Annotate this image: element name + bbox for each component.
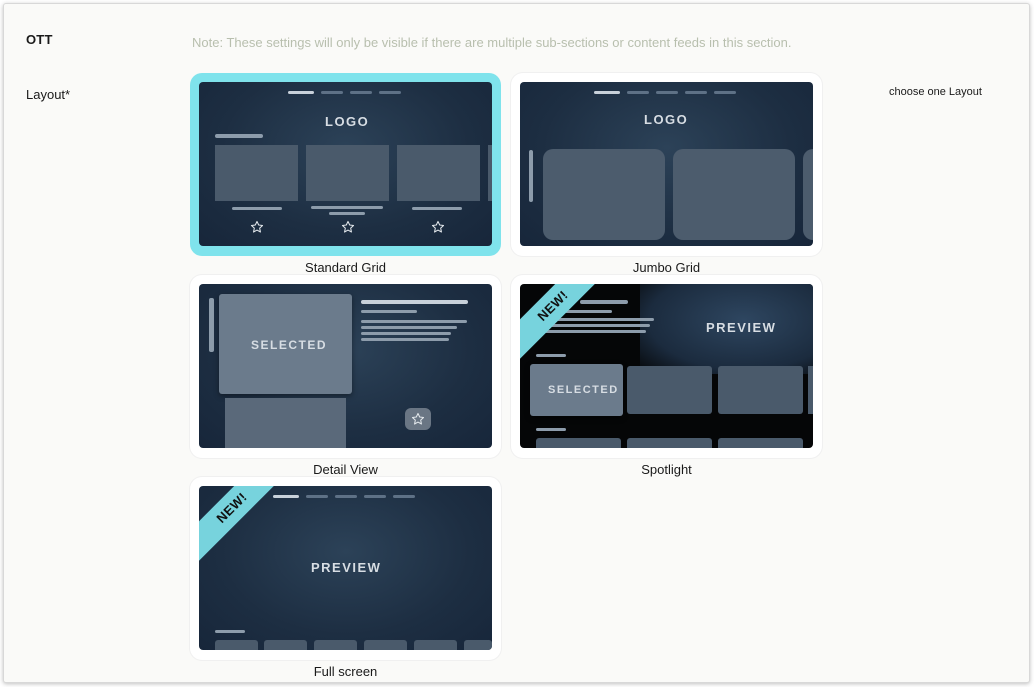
detail-view-preview: SELECTED bbox=[199, 284, 492, 448]
settings-panel: OTT Note: These settings will only be vi… bbox=[3, 3, 1030, 683]
preview-label: PREVIEW bbox=[311, 560, 382, 575]
star-icon bbox=[431, 220, 445, 233]
layout-option-spotlight[interactable]: PREVIEW SELECTED NEW! bbox=[511, 275, 822, 458]
layout-option-detail-view[interactable]: SELECTED bbox=[190, 275, 501, 458]
jumbo-grid-preview: LOGO bbox=[520, 82, 813, 246]
layout-hint: choose one Layout bbox=[889, 86, 982, 98]
layout-option-full-screen[interactable]: PREVIEW NEW! bbox=[190, 477, 501, 660]
selected-tile-text: SELECTED bbox=[251, 338, 328, 352]
layout-option-standard-grid[interactable]: LOGO bbox=[190, 73, 501, 256]
settings-note: Note: These settings will only be visibl… bbox=[192, 35, 792, 50]
full-screen-preview: PREVIEW NEW! bbox=[199, 486, 492, 650]
new-badge: NEW! bbox=[199, 486, 295, 571]
layout-option-label: Jumbo Grid bbox=[632, 260, 701, 275]
layout-option-label: Detail View bbox=[313, 462, 378, 477]
layout-option-label: Spotlight bbox=[641, 462, 692, 477]
logo-placeholder: LOGO bbox=[325, 114, 370, 129]
star-icon bbox=[341, 220, 355, 233]
star-icon bbox=[250, 220, 264, 233]
standard-grid-preview: LOGO bbox=[199, 82, 492, 246]
spotlight-preview: PREVIEW SELECTED NEW! bbox=[520, 284, 813, 448]
preview-label: PREVIEW bbox=[706, 320, 777, 335]
selected-tile-text: SELECTED bbox=[548, 384, 619, 396]
layout-field-label: Layout* bbox=[26, 87, 71, 102]
logo-placeholder: LOGO bbox=[644, 112, 689, 127]
star-icon bbox=[411, 412, 425, 425]
layout-option-label: Full screen bbox=[313, 664, 378, 679]
layout-option-jumbo-grid[interactable]: LOGO bbox=[511, 73, 822, 256]
section-title: OTT bbox=[26, 32, 53, 47]
layout-option-label: Standard Grid bbox=[305, 260, 386, 275]
